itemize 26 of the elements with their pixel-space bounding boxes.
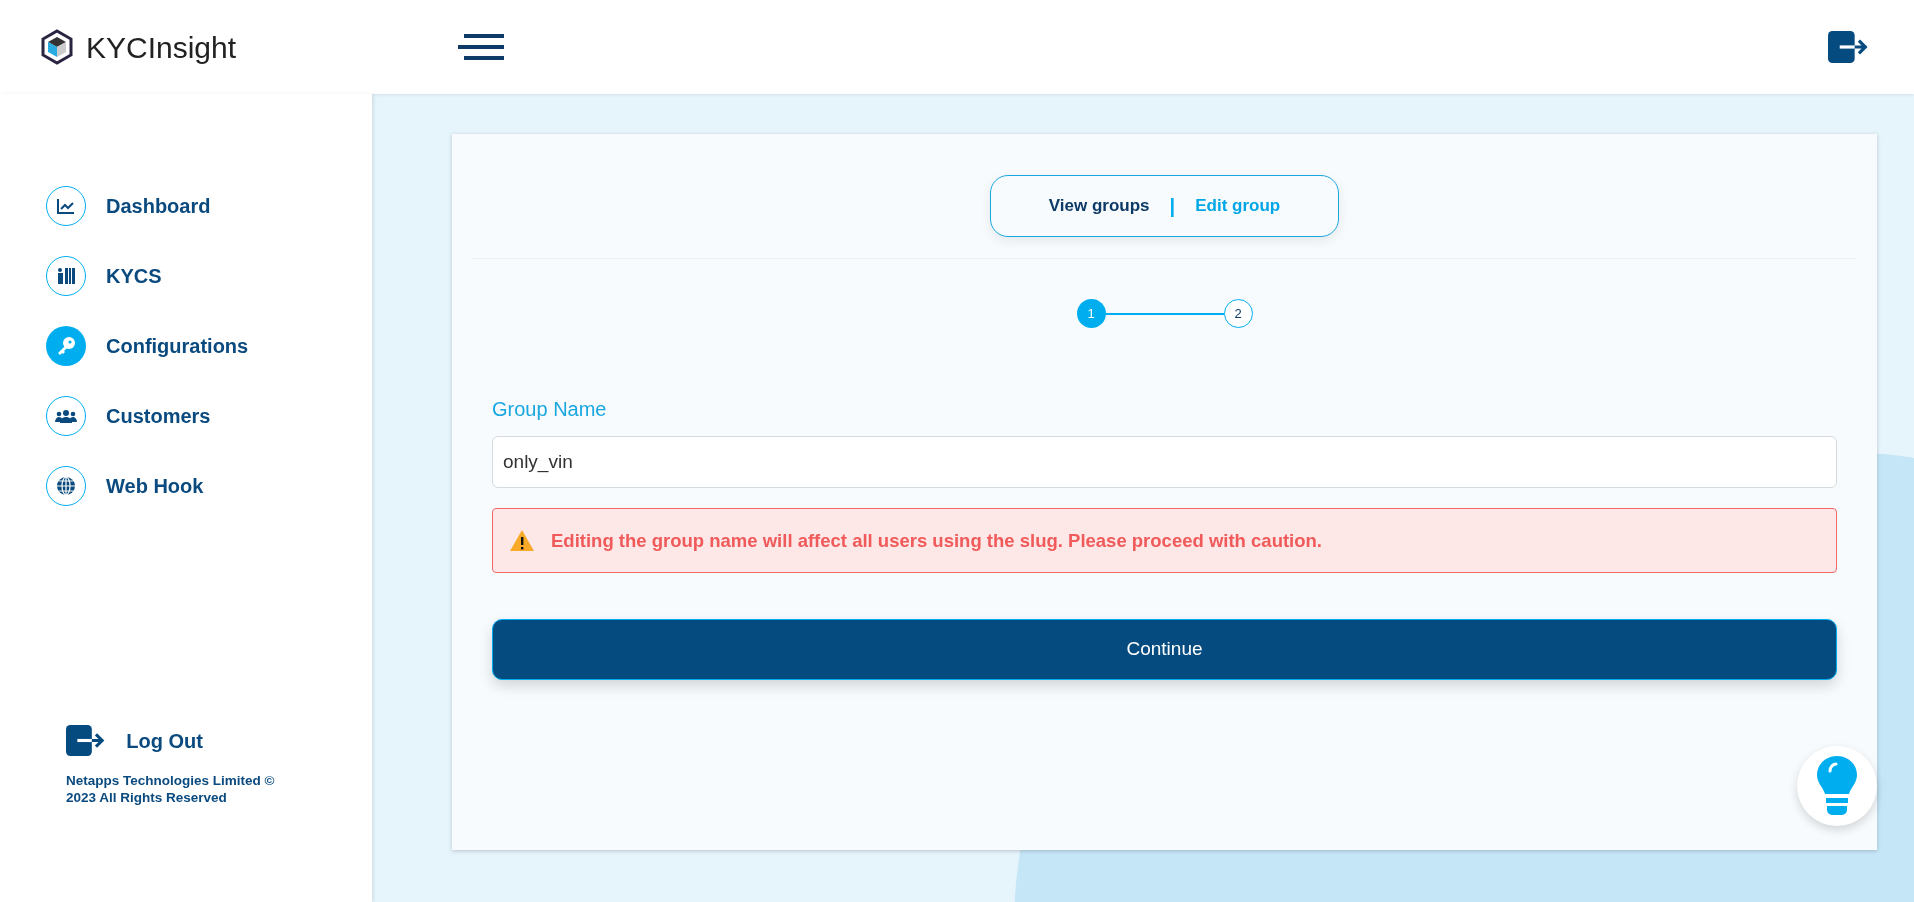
- continue-button[interactable]: Continue: [492, 619, 1837, 680]
- group-icon: [55, 408, 77, 424]
- menu-button[interactable]: [458, 34, 504, 60]
- step-indicator: 2: [1223, 299, 1253, 328]
- cube-logo-icon: [40, 29, 74, 65]
- sidebar-item[interactable]: Dashboard: [46, 186, 372, 226]
- warning-icon: [509, 529, 535, 552]
- sidebar-item[interactable]: Configurations: [46, 326, 372, 366]
- sidebar-item[interactable]: Customers: [46, 396, 372, 436]
- copyright-text: Netapps Technologies Limited © 2023 All Rights Reserved: [66, 772, 276, 806]
- warning-text: Editing the group name will affect all users using the slug. Please proceed with caution.: [551, 528, 1322, 553]
- lightbulb-icon: [1816, 755, 1858, 817]
- chart-icon: [57, 198, 75, 214]
- brand-name: KYCInsight: [86, 29, 237, 66]
- logout-icon: [66, 725, 107, 756]
- step-indicator: 1: [1076, 299, 1106, 328]
- logout-link[interactable]: Log Out: [66, 725, 372, 756]
- sidebar-item[interactable]: Web Hook: [46, 466, 372, 506]
- group-name-field[interactable]: only_vin: [492, 436, 1837, 488]
- sidebar-item[interactable]: KYCS: [46, 256, 372, 296]
- field-label: Group Name: [492, 397, 608, 422]
- globe-icon: [56, 476, 76, 496]
- logout-icon: [1828, 31, 1870, 63]
- logout-button[interactable]: [1828, 31, 1870, 63]
- tab[interactable]: View groups: [1048, 193, 1150, 219]
- tab-separator: |: [1169, 194, 1176, 219]
